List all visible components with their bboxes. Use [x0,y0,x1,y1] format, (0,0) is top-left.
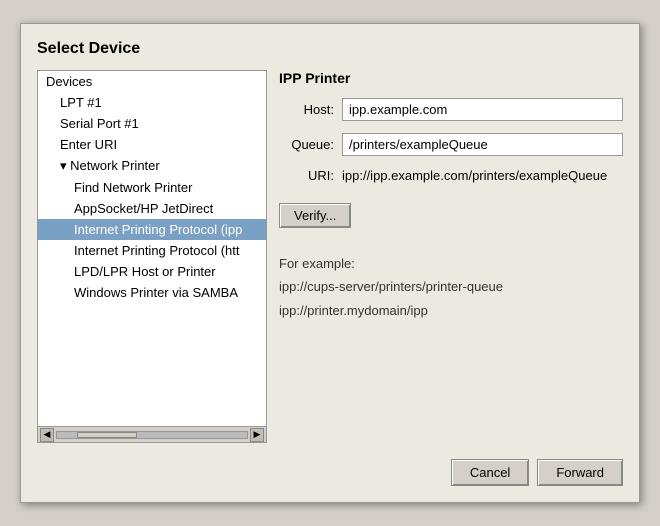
sidebar-item-lpt1[interactable]: LPT #1 [38,92,266,113]
example-label: For example: [279,256,355,271]
sidebar-item-find-network[interactable]: Find Network Printer [38,177,266,198]
sidebar-item-samba[interactable]: Windows Printer via SAMBA [38,282,266,303]
queue-label: Queue: [279,137,334,152]
ipp-printer-title: IPP Printer [279,70,623,86]
dialog-footer: Cancel Forward [37,459,623,486]
uri-label: URI: [279,168,334,183]
sidebar-item-ipp[interactable]: Internet Printing Protocol (ipp [38,219,266,240]
scroll-left-arrow[interactable]: ◀ [40,428,54,442]
queue-input[interactable] [342,133,623,156]
verify-button[interactable]: Verify... [279,203,351,228]
verify-button-row: Verify... [279,199,623,228]
dialog-body: Devices LPT #1 Serial Port #1 Enter URI … [37,70,623,443]
host-row: Host: [279,98,623,121]
devices-list: Devices LPT #1 Serial Port #1 Enter URI … [38,71,266,426]
example-block: For example: ipp://cups-server/printers/… [279,252,623,322]
sidebar-item-network-printer[interactable]: ▾ Network Printer [38,155,266,177]
forward-button[interactable]: Forward [537,459,623,486]
horizontal-scrollbar[interactable]: ◀ ▶ [38,426,266,442]
uri-value: ipp://ipp.example.com/printers/exampleQu… [342,168,607,183]
queue-row: Queue: [279,133,623,156]
uri-row: URI: ipp://ipp.example.com/printers/exam… [279,168,623,183]
host-input[interactable] [342,98,623,121]
ipp-printer-panel: IPP Printer Host: Queue: URI: ipp://ipp.… [279,70,623,443]
sidebar-item-lpd[interactable]: LPD/LPR Host or Printer [38,261,266,282]
host-label: Host: [279,102,334,117]
select-device-dialog: Select Device Devices LPT #1 Serial Port… [20,23,640,503]
cancel-button[interactable]: Cancel [451,459,529,486]
scroll-track [56,431,248,439]
devices-category: Devices [38,71,266,92]
scroll-right-arrow[interactable]: ▶ [250,428,264,442]
sidebar-item-appsocket[interactable]: AppSocket/HP JetDirect [38,198,266,219]
scroll-thumb [77,432,137,438]
devices-panel: Devices LPT #1 Serial Port #1 Enter URI … [37,70,267,443]
example-line-1: ipp://cups-server/printers/printer-queue [279,279,503,294]
sidebar-item-serial1[interactable]: Serial Port #1 [38,113,266,134]
sidebar-item-enter-uri[interactable]: Enter URI [38,134,266,155]
sidebar-item-http[interactable]: Internet Printing Protocol (htt [38,240,266,261]
example-line-2: ipp://printer.mydomain/ipp [279,303,428,318]
dialog-title: Select Device [37,40,623,58]
